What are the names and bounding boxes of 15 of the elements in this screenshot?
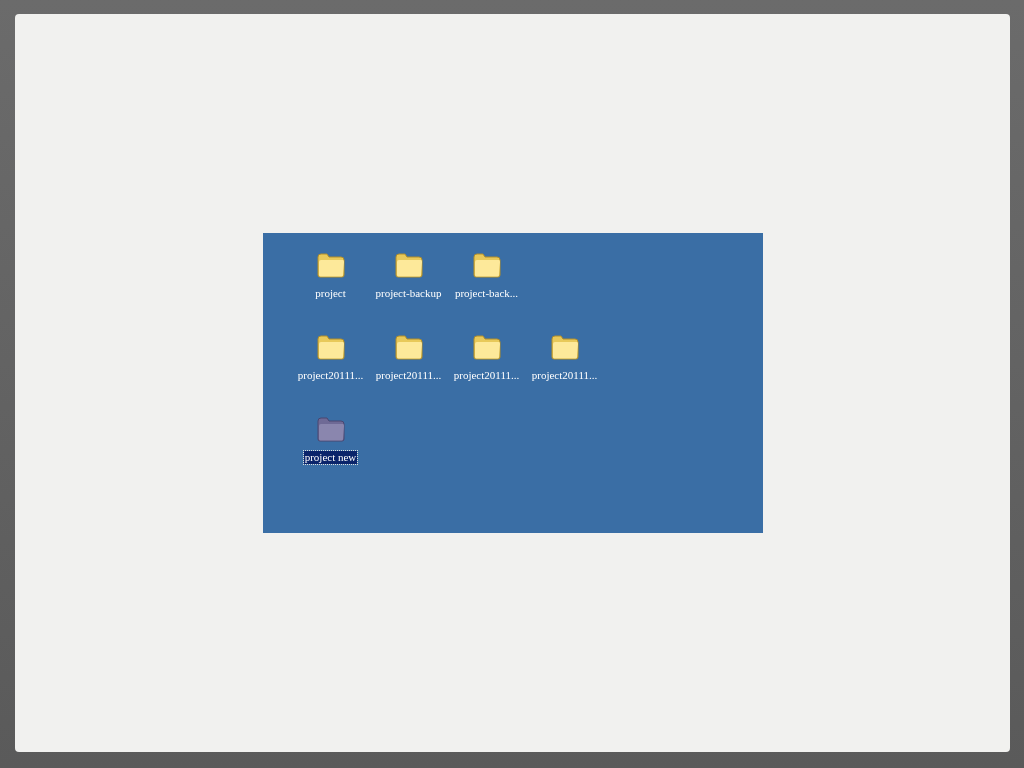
folder-icon[interactable] [471, 252, 502, 278]
folder-label[interactable]: project20111... [296, 369, 365, 382]
folder-icon[interactable] [315, 252, 346, 278]
folder-icon[interactable] [315, 334, 346, 360]
folder-label[interactable]: project-back... [453, 287, 520, 300]
folder-label[interactable]: project20111... [530, 369, 599, 382]
folder-label[interactable]: project [314, 287, 347, 300]
folder-icon[interactable] [393, 252, 424, 278]
folder-icon[interactable] [471, 334, 502, 360]
folder-label[interactable]: project-backup [374, 287, 443, 300]
folder-label[interactable]: project new [303, 451, 358, 464]
folder-icon[interactable] [549, 334, 580, 360]
folder-label[interactable]: project20111... [452, 369, 521, 382]
folder-label[interactable]: project20111... [374, 369, 443, 382]
folder-icon[interactable] [393, 334, 424, 360]
